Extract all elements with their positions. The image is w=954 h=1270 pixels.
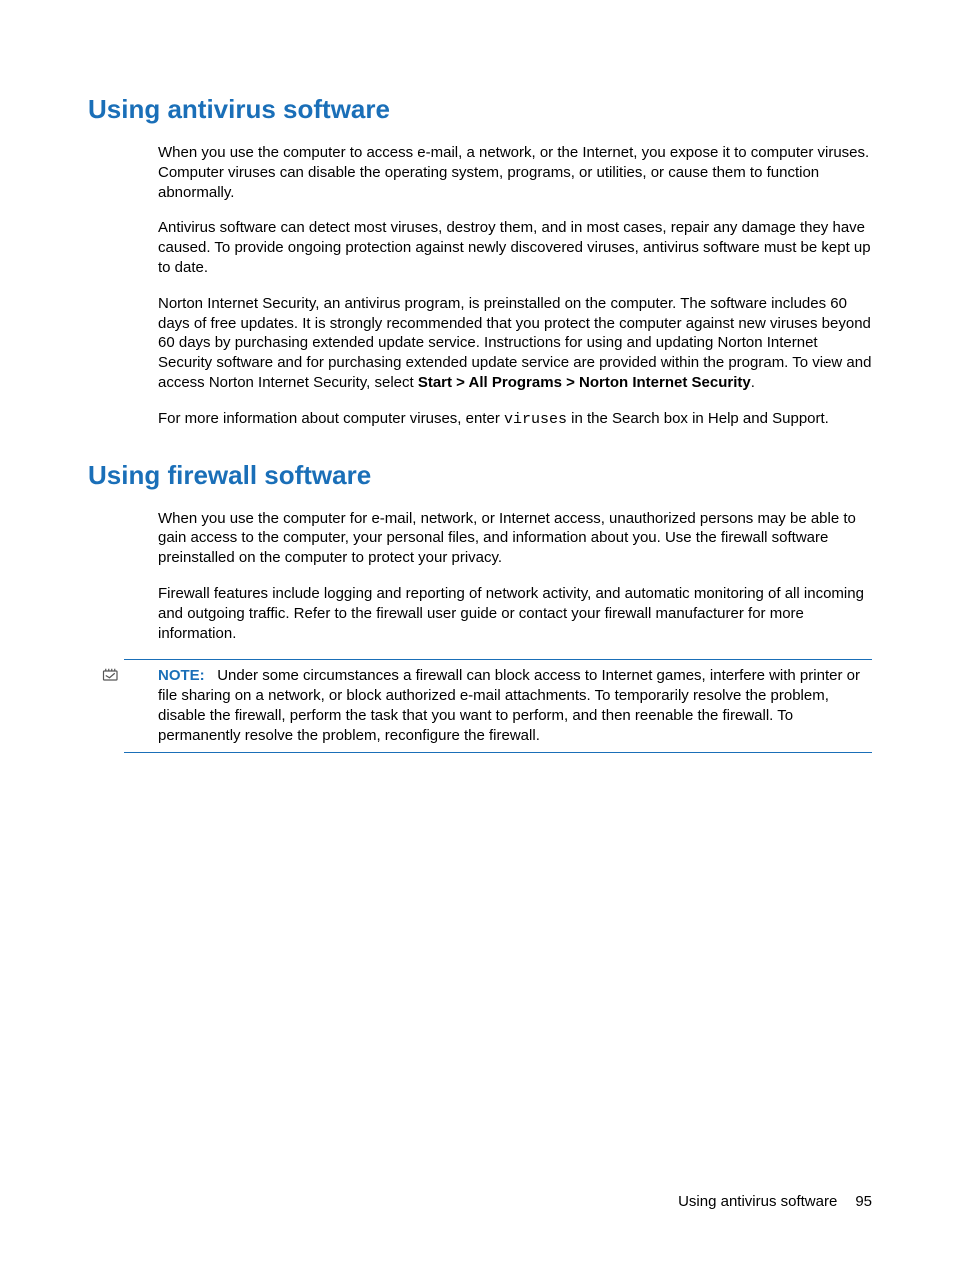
para-s2-2: Firewall features include logging and re…: [158, 584, 872, 643]
para-s1-4: For more information about computer viru…: [158, 409, 872, 430]
note-content: NOTE: Under some circumstances a firewal…: [124, 666, 872, 745]
note-icon: [102, 666, 120, 682]
para-s2-1: When you use the computer for e-mail, ne…: [158, 509, 872, 568]
heading-antivirus: Using antivirus software: [88, 94, 872, 125]
para-s1-4a: For more information about computer viru…: [158, 410, 504, 427]
note-label: NOTE:: [158, 667, 205, 684]
para-s1-3-bold: Start > All Programs > Norton Internet S…: [418, 374, 751, 391]
footer-page-number: 95: [855, 1193, 872, 1210]
para-s1-4b: in the Search box in Help and Support.: [567, 410, 829, 427]
footer-title: Using antivirus software: [678, 1193, 837, 1210]
para-s1-1: When you use the computer to access e-ma…: [158, 143, 872, 202]
para-s1-2: Antivirus software can detect most virus…: [158, 218, 872, 277]
note-box: NOTE: Under some circumstances a firewal…: [124, 659, 872, 752]
para-s1-3b: .: [751, 374, 755, 391]
note-text: Under some circumstances a firewall can …: [158, 667, 860, 743]
page-footer: Using antivirus software 95: [678, 1193, 872, 1210]
para-s1-3: Norton Internet Security, an antivirus p…: [158, 294, 872, 393]
heading-firewall: Using firewall software: [88, 460, 872, 491]
para-s1-4-code: viruses: [504, 411, 567, 428]
